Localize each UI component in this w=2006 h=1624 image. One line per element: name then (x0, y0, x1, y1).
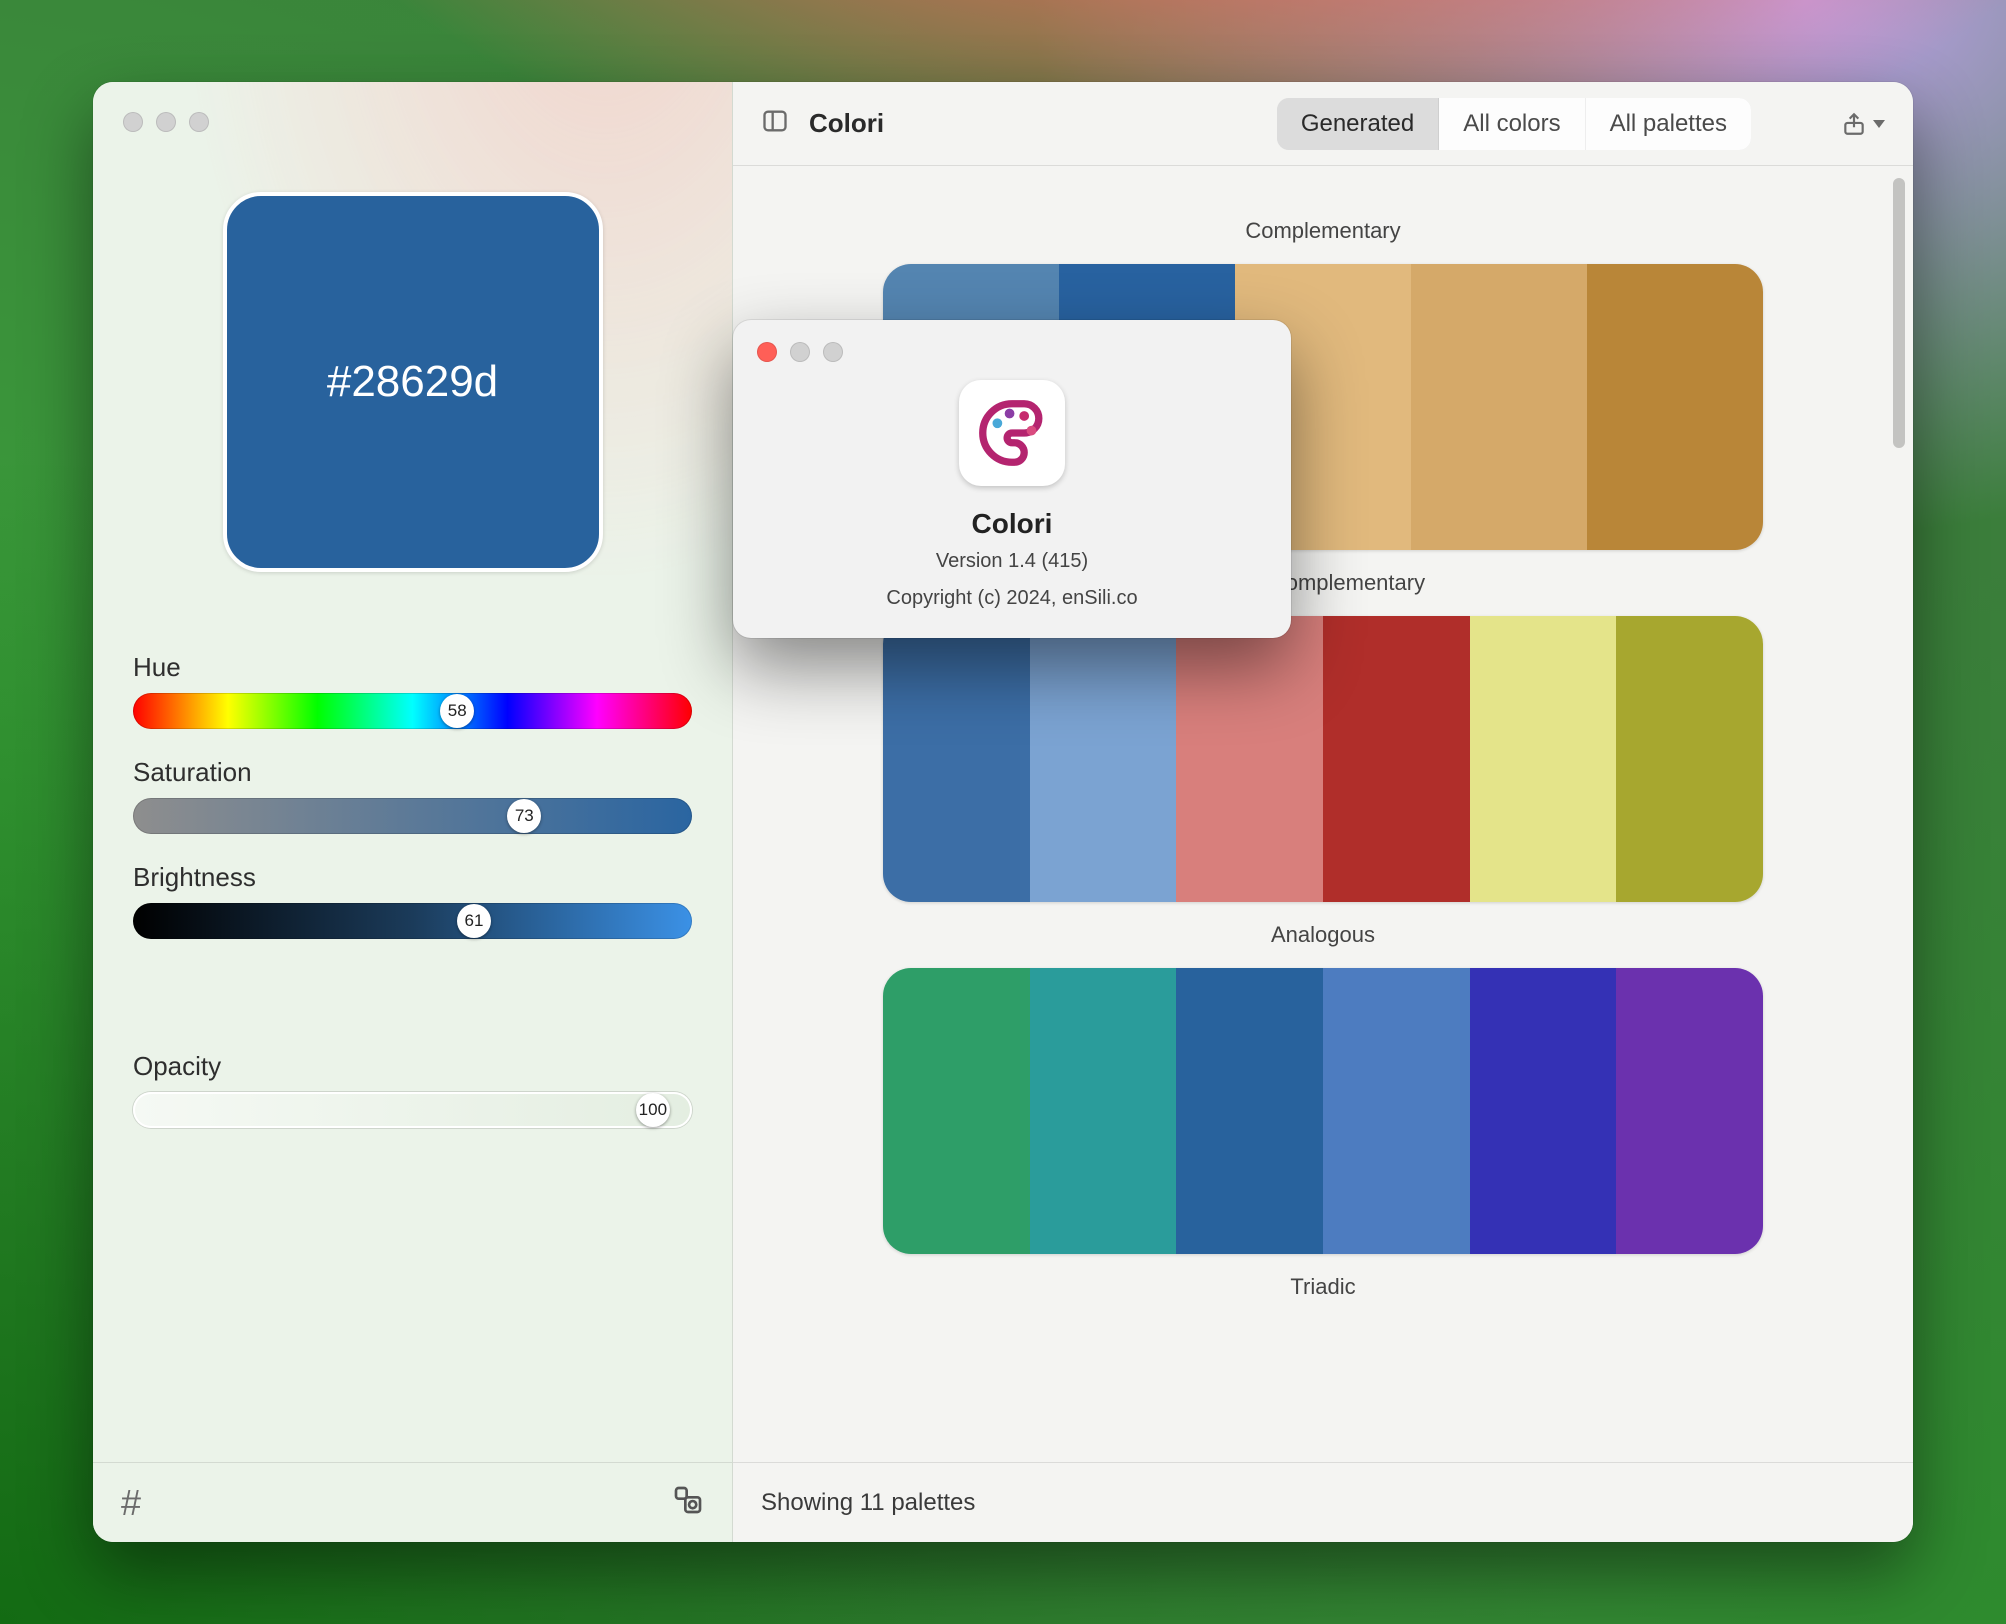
brightness-slider-group: Brightness 61 (133, 862, 692, 939)
sliders-panel: Hue 58 Saturation 73 (93, 572, 732, 1128)
toggle-sidebar-icon[interactable] (761, 107, 789, 140)
about-traffic-lights (733, 320, 1291, 362)
view-segmented-control: Generated All colors All palettes (1277, 98, 1751, 150)
palette-color[interactable] (1470, 616, 1617, 902)
chevron-down-icon (1873, 120, 1885, 128)
palette-strip[interactable] (883, 616, 1763, 902)
palette-title: Triadic (793, 1274, 1853, 1300)
scrollbar[interactable] (1893, 178, 1905, 448)
palette-color[interactable] (883, 968, 1030, 1254)
color-picker-icon[interactable] (672, 1484, 704, 1521)
brightness-slider[interactable]: 61 (133, 903, 692, 939)
toolbar: Colori Generated All colors All palettes (733, 82, 1913, 166)
palette-section: Analogous (793, 922, 1853, 1254)
palette-color[interactable] (1030, 616, 1177, 902)
saturation-thumb[interactable]: 73 (507, 799, 541, 833)
about-minimize-icon (790, 342, 810, 362)
tab-generated[interactable]: Generated (1277, 98, 1439, 150)
palette-color[interactable] (1616, 968, 1763, 1254)
palette-title: Complementary (793, 218, 1853, 244)
hue-label: Hue (133, 652, 692, 683)
traffic-close-icon[interactable] (123, 112, 143, 132)
status-text: Showing 11 palettes (761, 1489, 975, 1517)
app-icon (959, 380, 1065, 486)
saturation-label: Saturation (133, 757, 692, 788)
sidebar-footer: # (93, 1462, 732, 1542)
palette-color[interactable] (1176, 616, 1323, 902)
opacity-slider-group: Opacity 100 (133, 1051, 692, 1128)
opacity-slider[interactable]: 100 (133, 1092, 692, 1128)
window-traffic-lights (123, 112, 209, 132)
hue-slider-group: Hue 58 (133, 652, 692, 729)
hex-input-icon[interactable]: # (121, 1482, 141, 1524)
sidebar: #28629d Hue 58 Saturation 73 (93, 82, 733, 1542)
brightness-thumb[interactable]: 61 (457, 904, 491, 938)
traffic-zoom-icon[interactable] (189, 112, 209, 132)
status-bar: Showing 11 palettes (733, 1462, 1913, 1542)
palette-color[interactable] (883, 616, 1030, 902)
current-color-swatch[interactable]: #28629d (223, 192, 603, 572)
palette-color[interactable] (1587, 264, 1763, 550)
saturation-slider-group: Saturation 73 (133, 757, 692, 834)
palette-color[interactable] (1411, 264, 1587, 550)
about-close-icon[interactable] (757, 342, 777, 362)
palette-color[interactable] (1176, 968, 1323, 1254)
opacity-label: Opacity (133, 1051, 692, 1082)
palette-color[interactable] (1323, 968, 1470, 1254)
about-copyright: Copyright (c) 2024, enSili.co (886, 587, 1137, 610)
palette-title: Analogous (793, 922, 1853, 948)
main-pane: Colori Generated All colors All palettes (733, 82, 1913, 1542)
toolbar-title: Colori (809, 108, 884, 139)
about-zoom-icon (823, 342, 843, 362)
palette-section: Triadic (793, 1274, 1853, 1300)
palette-color[interactable] (1470, 968, 1617, 1254)
palette-color[interactable] (1616, 616, 1763, 902)
share-button[interactable] (1841, 111, 1885, 137)
opacity-thumb[interactable]: 100 (636, 1093, 670, 1127)
brightness-label: Brightness (133, 862, 692, 893)
traffic-minimize-icon[interactable] (156, 112, 176, 132)
about-version: Version 1.4 (415) (936, 550, 1088, 573)
hue-slider[interactable]: 58 (133, 693, 692, 729)
palette-strip[interactable] (883, 968, 1763, 1254)
about-app-name: Colori (972, 508, 1053, 540)
palette-color[interactable] (1030, 968, 1177, 1254)
tab-all-palettes[interactable]: All palettes (1586, 98, 1751, 150)
palette-color[interactable] (1323, 616, 1470, 902)
current-color-hex: #28629d (327, 357, 498, 407)
about-window: Colori Version 1.4 (415) Copyright (c) 2… (733, 320, 1291, 638)
saturation-slider[interactable]: 73 (133, 798, 692, 834)
app-window: #28629d Hue 58 Saturation 73 (93, 82, 1913, 1542)
hue-thumb[interactable]: 58 (440, 694, 474, 728)
tab-all-colors[interactable]: All colors (1439, 98, 1585, 150)
